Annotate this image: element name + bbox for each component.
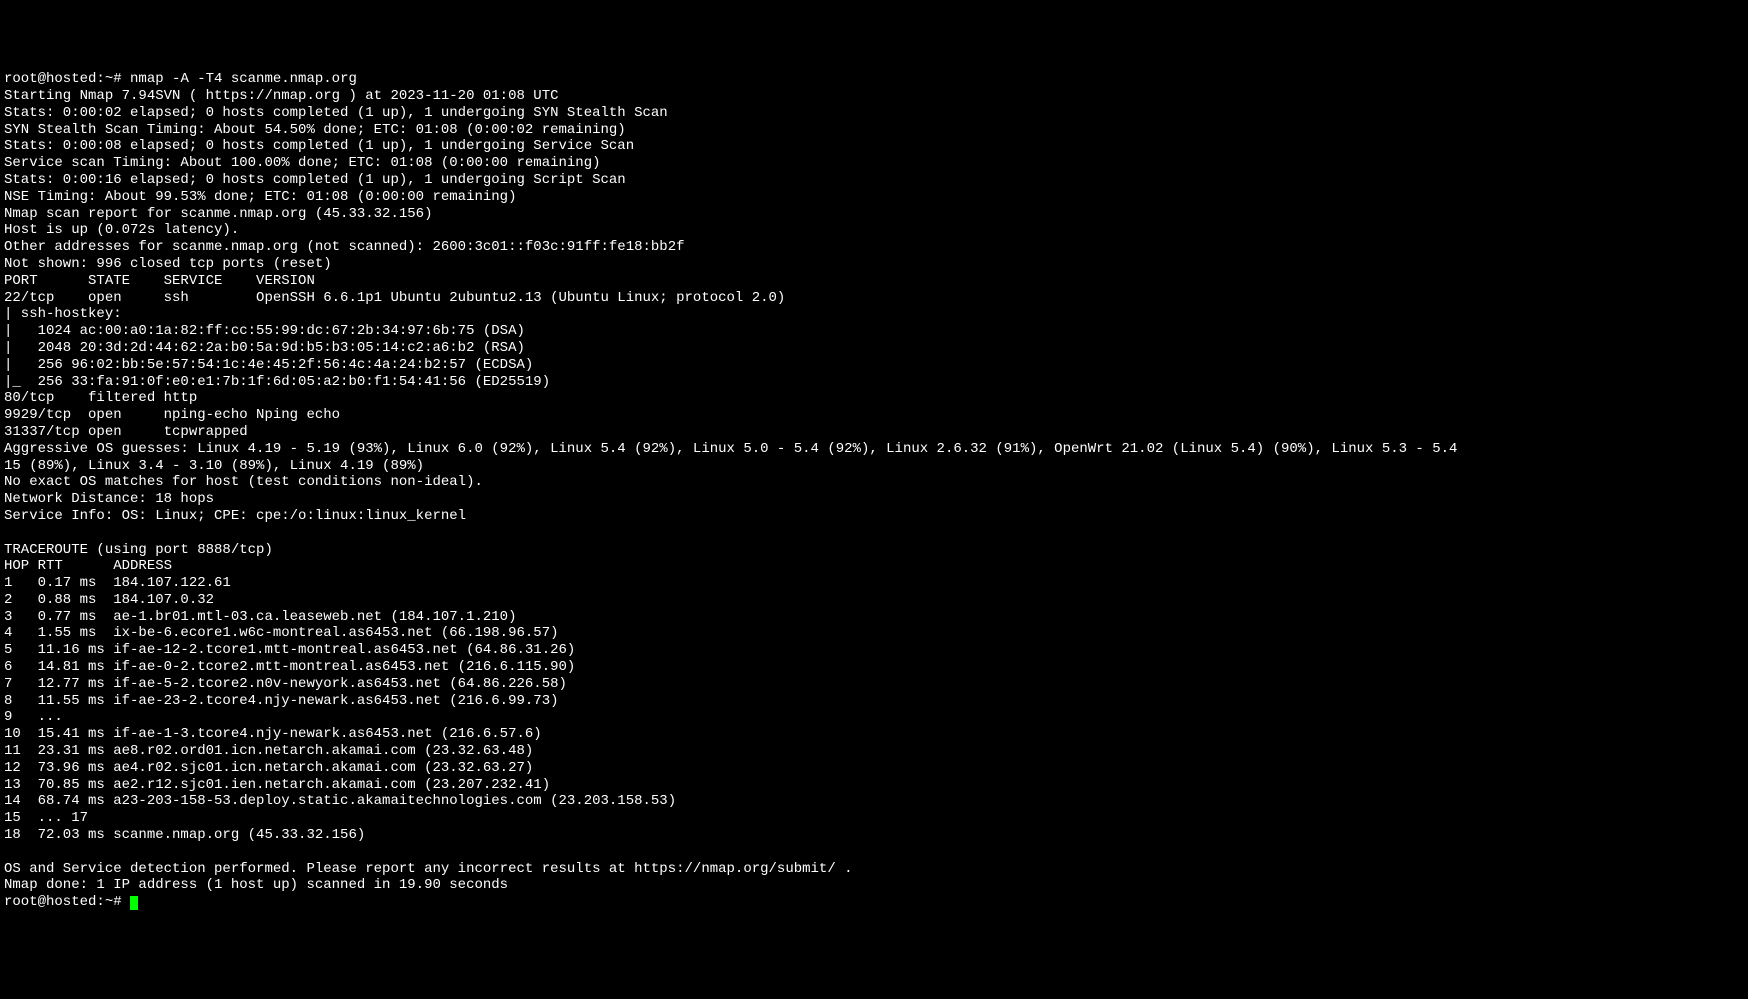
terminal-output[interactable]: root@hosted:~# nmap -A -T4 scanme.nmap.o…: [4, 71, 1744, 911]
cursor-icon: [130, 896, 138, 910]
shell-prompt: root@hosted:~#: [4, 894, 130, 910]
output-lines: Starting Nmap 7.94SVN ( https://nmap.org…: [4, 88, 1457, 893]
command-text: nmap -A -T4 scanme.nmap.org: [130, 71, 357, 87]
shell-prompt: root@hosted:~#: [4, 71, 130, 87]
